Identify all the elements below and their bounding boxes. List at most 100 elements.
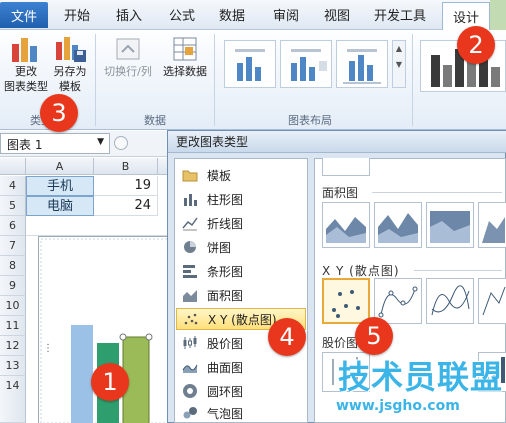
pie-chart-icon (182, 239, 198, 255)
save-template-icon (56, 37, 86, 62)
chart-layout-1[interactable] (224, 40, 276, 88)
row-header[interactable]: 12 (0, 336, 26, 356)
row-header[interactable]: 5 (0, 196, 26, 216)
row-header[interactable]: 8 (0, 256, 26, 276)
chart-type-label: 曲面图 (207, 360, 244, 375)
tab-home[interactable]: 开始 (64, 5, 90, 24)
layout-preview-icon (235, 49, 265, 81)
chart-type-surface[interactable]: 曲面图 (176, 356, 306, 378)
dialog-title: 更改图表类型 (168, 131, 506, 153)
group-label-data: 数据 (144, 114, 166, 127)
name-box-dropdown-icon[interactable]: ▼ (97, 137, 104, 147)
area-subtype-3[interactable] (426, 202, 474, 248)
name-box[interactable]: 图表 1 ▼ (0, 133, 110, 154)
folder-icon (182, 167, 198, 183)
name-box-value: 图表 1 (7, 138, 43, 152)
select-data-button[interactable]: 选择数据 (158, 34, 212, 94)
section-scatter: X Y (散点图) (322, 264, 400, 278)
scatter-chart-icon (183, 311, 199, 327)
resize-handle[interactable] (119, 333, 127, 341)
row-header[interactable]: 7 (0, 236, 26, 256)
chart-type-label: 圆环图 (207, 384, 244, 399)
scatter-subtype-straight-lines[interactable] (478, 278, 506, 324)
area-preview-icon (378, 213, 418, 243)
chart-type-line[interactable]: 折线图 (176, 212, 306, 234)
stock-chart-icon (182, 335, 198, 351)
surface-chart-icon (182, 359, 198, 375)
column-header-b[interactable]: B (94, 158, 158, 175)
area-subtype-4[interactable] (478, 202, 506, 248)
select-all-corner[interactable] (0, 158, 26, 175)
section-area: 面积图 (322, 186, 359, 200)
tab-developer[interactable]: 开发工具 (374, 5, 426, 24)
chart-layout-2[interactable] (280, 40, 332, 88)
area-subtype-1[interactable] (322, 202, 370, 248)
row-header[interactable]: 6 (0, 216, 26, 236)
tab-design[interactable]: 设计 (442, 2, 490, 30)
chart-type-bubble[interactable]: 气泡图 (176, 402, 306, 423)
doughnut-chart-icon (182, 383, 198, 399)
chart-type-label: 气泡图 (207, 406, 244, 421)
chart-type-column[interactable]: 柱形图 (176, 188, 306, 210)
row-header[interactable]: 4 (0, 176, 26, 196)
chart-type-label: 面积图 (207, 288, 244, 303)
chart-bar (71, 325, 93, 423)
formula-bar-expand-icon[interactable] (114, 136, 128, 150)
column-chart-icon (182, 191, 198, 207)
tab-formulas[interactable]: 公式 (169, 5, 195, 24)
row-header[interactable]: 13 (0, 356, 26, 376)
row-header[interactable]: 11 (0, 316, 26, 336)
cell-row-6[interactable] (26, 216, 168, 236)
layout-gallery-scroll[interactable]: ▲ ▼ (392, 40, 406, 88)
chart-type-bar[interactable]: 条形图 (176, 260, 306, 282)
contextual-tab-band (490, 0, 506, 30)
row-header[interactable]: 14 (0, 376, 26, 423)
scatter-smooth-markers-icon (378, 286, 418, 318)
watermark-text: 技术员联盟 (338, 358, 504, 396)
tab-insert[interactable]: 插入 (116, 5, 142, 24)
scroll-up-icon: ▲ (395, 44, 403, 53)
chart-type-templates[interactable]: 模板 (176, 164, 306, 186)
area-subtype-2[interactable] (374, 202, 422, 248)
cell-a5[interactable]: 电脑 (26, 196, 94, 216)
layout-preview-icon (291, 49, 327, 81)
cell-b5[interactable]: 24 (94, 196, 158, 216)
scatter-subtype-smooth-lines[interactable] (426, 278, 474, 324)
row-header[interactable]: 10 (0, 296, 26, 316)
chart-type-doughnut[interactable]: 圆环图 (176, 380, 306, 402)
change-chart-type-button[interactable]: 更改 图表类型 (4, 34, 48, 110)
tab-review[interactable]: 审阅 (273, 5, 299, 24)
save-as-template-label: 另存为 模板 (53, 65, 87, 93)
select-data-icon (173, 37, 197, 61)
tab-data[interactable]: 数据 (219, 5, 245, 24)
group-separator (214, 34, 215, 126)
row-header[interactable]: 9 (0, 276, 26, 296)
cell-a4[interactable]: 手机 (26, 176, 94, 196)
scatter-subtype-markers-only[interactable] (322, 278, 370, 324)
cell-b4[interactable]: 19 (94, 176, 158, 196)
select-data-label: 选择数据 (163, 65, 207, 78)
area-chart-icon (182, 287, 198, 303)
section-divider (414, 270, 502, 271)
step-badge-2: 2 (457, 26, 495, 64)
bubble-chart-icon (182, 405, 198, 421)
step-badge-1: 1 (91, 363, 129, 401)
step-badge-3: 3 (40, 94, 78, 132)
chart-subtype-thumb[interactable] (322, 158, 370, 176)
switch-row-column-button[interactable]: 切换行/列 (100, 34, 156, 94)
group-separator (95, 34, 96, 126)
area-preview-icon (430, 211, 470, 243)
scatter-subtype-smooth-markers[interactable] (374, 278, 422, 324)
resize-handle[interactable] (145, 333, 153, 341)
section-stock: 股价图 (322, 336, 359, 350)
tab-file[interactable]: 文件 (0, 2, 48, 28)
change-chart-type-label: 更改 图表类型 (4, 65, 48, 93)
step-badge-5: 5 (355, 317, 393, 355)
chart-type-pie[interactable]: 饼图 (176, 236, 306, 258)
chart-type-area[interactable]: 面积图 (176, 284, 306, 306)
chart-layout-3[interactable] (336, 40, 388, 88)
tab-view[interactable]: 视图 (324, 5, 350, 24)
svg-text:⋮: ⋮ (43, 343, 53, 354)
column-header-a[interactable]: A (26, 158, 94, 175)
change-chart-type-icon (12, 38, 37, 62)
